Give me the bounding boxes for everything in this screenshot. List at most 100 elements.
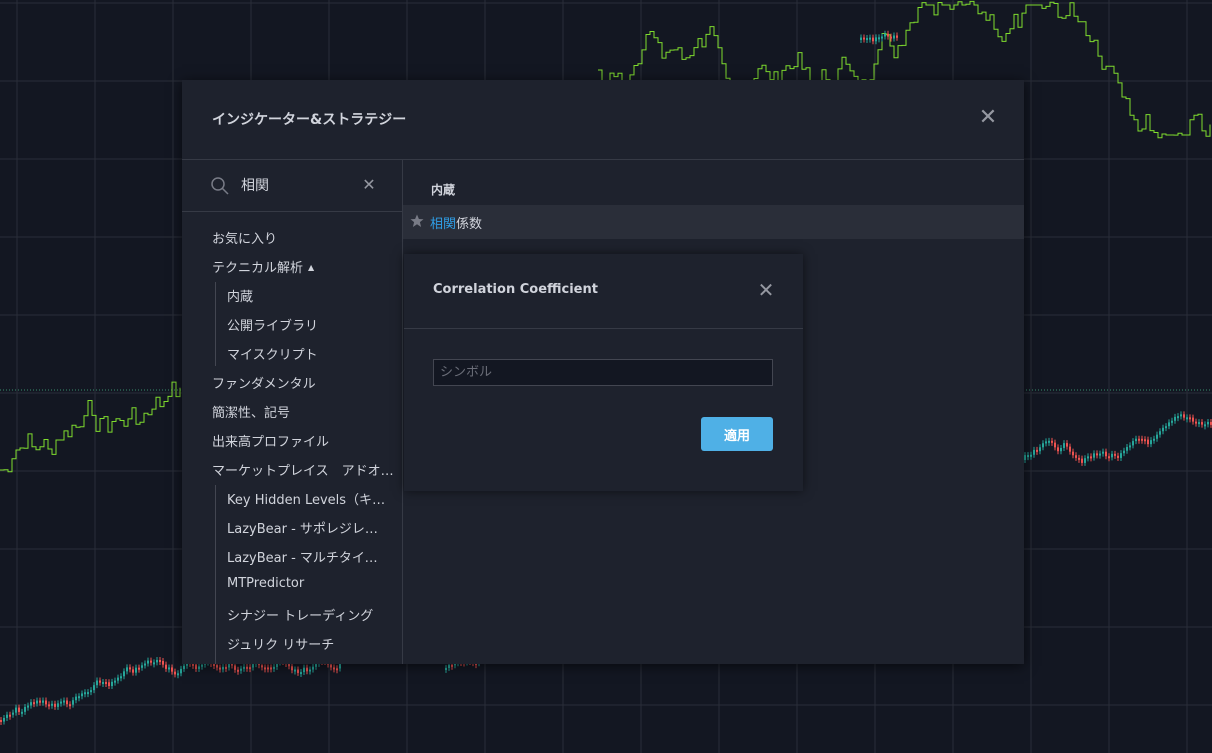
candle bbox=[1195, 421, 1197, 424]
symbol-input[interactable] bbox=[433, 359, 773, 386]
candle bbox=[222, 666, 224, 670]
result-label: 相関係数 bbox=[430, 213, 482, 232]
close-icon[interactable]: ✕ bbox=[976, 107, 1000, 131]
marketplace-item[interactable]: ジュリク リサーチ bbox=[227, 634, 387, 653]
candle bbox=[866, 38, 868, 41]
candle bbox=[448, 664, 450, 668]
search-icon bbox=[211, 177, 229, 195]
category-technical[interactable]: テクニカル解析 ▲ bbox=[212, 257, 314, 276]
candle bbox=[177, 673, 179, 676]
category-public-library[interactable]: 公開ライブラリ bbox=[227, 315, 387, 334]
candle bbox=[243, 666, 245, 669]
result-correlation-coefficient[interactable]: 相関係数 bbox=[403, 205, 1024, 239]
candle bbox=[198, 666, 200, 669]
candle bbox=[1126, 447, 1128, 451]
candle bbox=[105, 681, 107, 684]
category-favorites[interactable]: お気に入り bbox=[212, 228, 277, 247]
candle bbox=[1174, 416, 1176, 421]
candle bbox=[1045, 441, 1047, 444]
search-input[interactable] bbox=[241, 174, 361, 196]
candle bbox=[300, 672, 302, 675]
candle bbox=[1183, 414, 1185, 418]
dialog-title: インジケーター&ストラテジー bbox=[212, 112, 407, 128]
candle bbox=[1156, 434, 1158, 439]
candle bbox=[273, 666, 275, 669]
category-builtin[interactable]: 内蔵 bbox=[227, 286, 387, 305]
category-my-scripts[interactable]: マイスクリプト bbox=[227, 344, 387, 363]
candle bbox=[159, 660, 161, 662]
clear-search-icon[interactable]: ✕ bbox=[360, 175, 378, 195]
candle bbox=[312, 666, 314, 670]
candle bbox=[860, 37, 862, 40]
candle bbox=[213, 663, 215, 666]
category-candlestick[interactable]: 簡潔性、記号 bbox=[212, 402, 290, 421]
candle bbox=[150, 660, 152, 663]
candle bbox=[228, 663, 230, 668]
candle bbox=[893, 35, 895, 39]
search-box: ✕ bbox=[182, 160, 402, 212]
candle bbox=[69, 704, 71, 707]
category-sidebar: ✕ お気に入り テクニカル解析 ▲ 内蔵 公開ライブラリ マイスクリプト ファンダ… bbox=[182, 160, 403, 664]
candle bbox=[1120, 453, 1122, 458]
candle bbox=[1033, 449, 1035, 455]
candle bbox=[1102, 451, 1104, 454]
marketplace-item[interactable]: シナジー トレーディング bbox=[227, 605, 387, 624]
candle bbox=[451, 664, 453, 667]
marketplace-item[interactable]: MTPredictor bbox=[227, 576, 387, 591]
candle bbox=[890, 36, 892, 39]
candle bbox=[0, 720, 2, 722]
candle bbox=[267, 667, 269, 670]
candle bbox=[1066, 443, 1068, 447]
candle bbox=[315, 663, 317, 667]
candle bbox=[171, 667, 173, 672]
apply-button[interactable]: 適用 bbox=[701, 417, 773, 451]
marketplace-item[interactable]: LazyBear - マルチタイムフ… bbox=[227, 547, 387, 566]
candle bbox=[1087, 456, 1089, 459]
candle bbox=[60, 701, 62, 704]
candle bbox=[249, 667, 251, 670]
candle bbox=[1069, 446, 1071, 452]
candle bbox=[201, 664, 203, 667]
candle bbox=[1159, 431, 1161, 435]
section-label-builtin: 内蔵 bbox=[431, 183, 456, 197]
candle bbox=[9, 714, 11, 717]
candle bbox=[1111, 453, 1113, 458]
candle bbox=[1051, 440, 1053, 443]
marketplace-item[interactable]: LazyBear - サポレジレベル bbox=[227, 518, 387, 537]
dialog-header: インジケーター&ストラテジー ✕ bbox=[182, 80, 1024, 160]
candle bbox=[237, 669, 239, 672]
candle bbox=[117, 677, 119, 681]
candle bbox=[240, 668, 242, 671]
candle bbox=[294, 669, 296, 672]
candle bbox=[1180, 414, 1182, 417]
candle bbox=[183, 665, 185, 669]
candle bbox=[1096, 453, 1098, 456]
candle bbox=[234, 665, 236, 670]
close-icon[interactable]: ✕ bbox=[756, 280, 776, 300]
candle bbox=[291, 666, 293, 671]
candle bbox=[1078, 457, 1080, 460]
candle bbox=[141, 665, 143, 668]
candle bbox=[246, 666, 248, 669]
candle bbox=[93, 685, 95, 691]
candle bbox=[1063, 443, 1065, 448]
candle bbox=[1198, 422, 1200, 425]
candle bbox=[138, 667, 140, 670]
candle bbox=[1129, 445, 1131, 448]
candle bbox=[1036, 449, 1038, 452]
tree-line bbox=[215, 282, 216, 366]
candle bbox=[1117, 455, 1119, 458]
marketplace-item[interactable]: Key Hidden Levels（キー… bbox=[227, 489, 387, 508]
candle bbox=[1105, 451, 1107, 457]
candle bbox=[66, 700, 68, 705]
candle bbox=[1057, 447, 1059, 452]
category-fundamental[interactable]: ファンダメンタル bbox=[212, 373, 316, 392]
category-marketplace[interactable]: マーケットプレイス アドオ… bbox=[212, 460, 394, 479]
candle bbox=[872, 37, 874, 42]
star-icon[interactable] bbox=[410, 214, 424, 228]
category-volume-profile[interactable]: 出来高プロファイル bbox=[212, 431, 329, 450]
candle bbox=[153, 662, 155, 665]
candle bbox=[878, 37, 880, 40]
candle bbox=[1177, 416, 1179, 419]
candle bbox=[1168, 422, 1170, 427]
